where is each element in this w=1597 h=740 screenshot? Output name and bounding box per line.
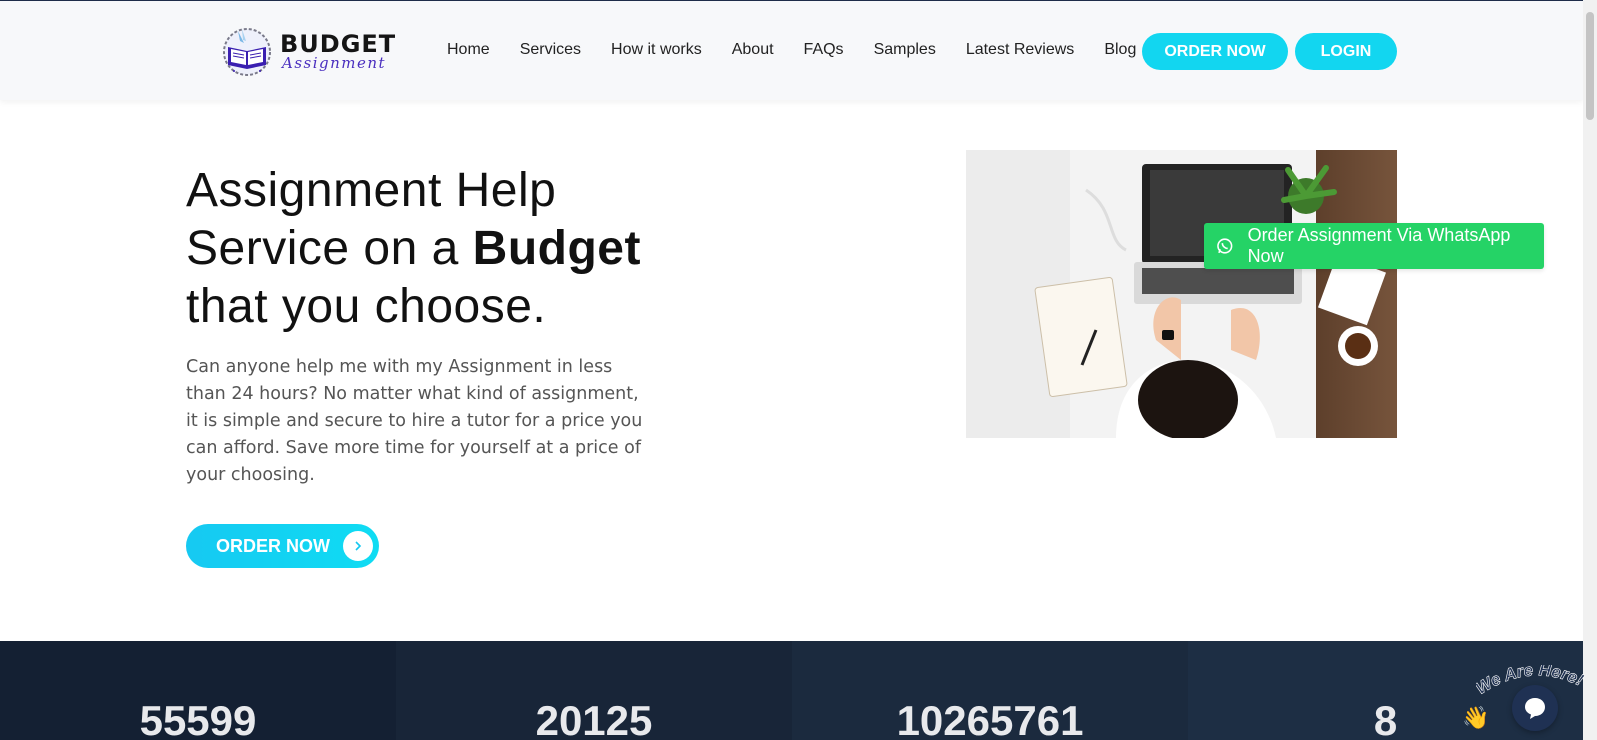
chat-widget-button[interactable]	[1512, 685, 1558, 731]
stat-block: 55599	[0, 641, 396, 740]
site-logo[interactable]: BUDGET Assignment	[220, 25, 405, 77]
hero-title-line1: Assignment Help	[186, 164, 557, 217]
stat-block: 10265761	[792, 641, 1188, 740]
logo-main-text: BUDGET	[280, 29, 397, 58]
chat-bubble-icon	[1525, 698, 1545, 719]
waving-hand-icon: 👋	[1462, 706, 1490, 731]
hero-title-line3: that you choose.	[186, 280, 547, 333]
whatsapp-order-button[interactable]: Order Assignment Via WhatsApp Now	[1204, 223, 1544, 269]
header-order-now-button[interactable]: ORDER NOW	[1142, 33, 1288, 70]
scrollbar-thumb[interactable]	[1586, 12, 1594, 120]
stat-number: 10265761	[896, 697, 1084, 740]
stat-block: 20125	[396, 641, 792, 740]
stats-band: 55599 20125 10265761 8	[0, 641, 1583, 740]
chevron-right-icon	[343, 531, 373, 561]
nav-item-services[interactable]: Services	[520, 41, 581, 59]
nav-item-home[interactable]: Home	[447, 41, 490, 59]
nav-item-samples[interactable]: Samples	[874, 41, 936, 59]
nav-item-faqs[interactable]: FAQs	[804, 41, 844, 59]
nav-item-about[interactable]: About	[732, 41, 774, 59]
nav-item-how-it-works[interactable]: How it works	[611, 41, 702, 59]
stat-number: 55599	[139, 697, 257, 740]
hero-image	[966, 150, 1397, 438]
login-button[interactable]: LOGIN	[1295, 33, 1397, 70]
hero-order-now-label: ORDER NOW	[216, 535, 330, 556]
main-nav: Home Services How it works About FAQs Sa…	[447, 41, 1136, 59]
hero-title-highlight: Budget	[472, 222, 641, 275]
hero-order-now-button[interactable]: ORDER NOW	[186, 524, 379, 568]
page-scrollbar[interactable]	[1583, 0, 1597, 740]
hero-title-line2: Service on a	[186, 222, 473, 275]
hero-title: Assignment Help Service on a Budget that…	[186, 162, 656, 336]
whatsapp-order-label: Order Assignment Via WhatsApp Now	[1247, 225, 1511, 266]
nav-item-latest-reviews[interactable]: Latest Reviews	[966, 41, 1075, 59]
book-logo-icon	[220, 25, 274, 77]
site-header: BUDGET Assignment Home Services How it w…	[0, 1, 1583, 100]
nav-item-blog[interactable]: Blog	[1104, 41, 1136, 59]
logo-sub-text: Assignment	[282, 53, 387, 72]
logo-wordmark: BUDGET Assignment	[280, 32, 396, 71]
whatsapp-icon	[1217, 238, 1233, 254]
hero-description: Can anyone help me with my Assignment in…	[186, 357, 643, 485]
stat-number: 20125	[535, 697, 653, 740]
